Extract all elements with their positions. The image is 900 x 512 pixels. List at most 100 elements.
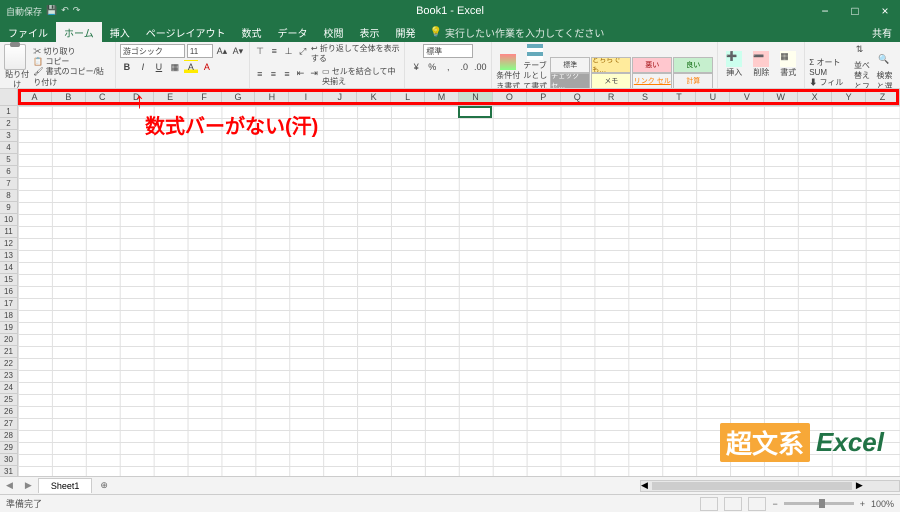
paste-button[interactable]: 貼り付け <box>4 44 30 89</box>
format-cell-button[interactable]: ▦書式 <box>776 51 800 78</box>
row-header[interactable]: 2 <box>0 118 17 130</box>
row-header[interactable]: 29 <box>0 442 17 454</box>
column-header-V[interactable]: V <box>730 89 764 105</box>
row-header[interactable]: 19 <box>0 322 17 334</box>
style-calc[interactable]: 計算 <box>673 73 713 89</box>
bold-button[interactable]: B <box>120 60 134 74</box>
row-header[interactable]: 5 <box>0 154 17 166</box>
style-memo[interactable]: メモ <box>591 73 631 89</box>
column-header-N[interactable]: N <box>459 89 493 105</box>
zoom-slider[interactable] <box>784 502 854 505</box>
row-header[interactable]: 3 <box>0 130 17 142</box>
row-header[interactable]: 20 <box>0 334 17 346</box>
fill-button[interactable]: ⬇ フィル <box>809 78 851 88</box>
column-header-Q[interactable]: Q <box>561 89 595 105</box>
row-header[interactable]: 23 <box>0 370 17 382</box>
italic-button[interactable]: I <box>136 60 150 74</box>
dec-decimal-icon[interactable]: .00 <box>473 60 487 74</box>
fill-color-button[interactable]: A <box>184 60 198 74</box>
tab-insert[interactable]: 挿入 <box>102 22 138 42</box>
font-size-select[interactable]: 11 <box>187 44 213 58</box>
column-header-L[interactable]: L <box>391 89 425 105</box>
align-left-icon[interactable]: ≡ <box>254 67 266 81</box>
spreadsheet-grid[interactable]: 1234567891011121314151617181920212223242… <box>0 106 900 476</box>
tab-developer[interactable]: 開発 <box>388 22 424 42</box>
column-header-S[interactable]: S <box>629 89 663 105</box>
inc-decimal-icon[interactable]: .0 <box>457 60 471 74</box>
format-painter-button[interactable]: 🖌 書式のコピー/貼り付け <box>33 67 111 88</box>
font-color-button[interactable]: A <box>200 60 214 74</box>
column-header-T[interactable]: T <box>663 89 697 105</box>
autosave-toggle[interactable]: 自動保存 <box>6 5 42 18</box>
indent-inc-icon[interactable]: ⇥ <box>308 67 320 81</box>
redo-icon[interactable]: ↷ <box>73 5 81 18</box>
cell-area[interactable] <box>18 106 900 476</box>
view-layout-icon[interactable] <box>724 497 742 511</box>
align-top-icon[interactable]: ⊤ <box>254 44 266 58</box>
tab-review[interactable]: 校閲 <box>316 22 352 42</box>
style-check[interactable]: チェック セ… <box>550 73 590 89</box>
column-header-P[interactable]: P <box>527 89 561 105</box>
column-header-Z[interactable]: Z <box>866 89 900 105</box>
column-header-O[interactable]: O <box>493 89 527 105</box>
select-all-corner[interactable] <box>0 89 18 105</box>
cut-button[interactable]: ✂ 切り取り <box>33 47 111 57</box>
decrease-font-icon[interactable]: A▾ <box>231 44 245 58</box>
conditional-format-button[interactable]: 条件付き書式 <box>496 54 520 89</box>
row-header[interactable]: 1 <box>0 106 17 118</box>
column-header-H[interactable]: H <box>255 89 289 105</box>
row-header[interactable]: 17 <box>0 298 17 310</box>
horizontal-scrollbar[interactable]: ◀▶ <box>640 480 900 492</box>
add-sheet-button[interactable]: ⊕ <box>92 480 116 491</box>
row-header[interactable]: 12 <box>0 238 17 250</box>
sheet-tab[interactable]: Sheet1 <box>38 478 93 493</box>
row-header[interactable]: 9 <box>0 202 17 214</box>
save-icon[interactable]: 💾 <box>46 5 57 18</box>
delete-cell-button[interactable]: ➖削除 <box>749 51 773 78</box>
row-header[interactable]: 26 <box>0 406 17 418</box>
sort-filter-button[interactable]: ⇅並べ替えとフィルター <box>854 44 874 89</box>
row-header[interactable]: 15 <box>0 274 17 286</box>
column-header-B[interactable]: B <box>52 89 86 105</box>
format-as-table-button[interactable]: テーブルとして書式設定 <box>523 44 547 89</box>
zoom-in-button[interactable]: + <box>860 499 865 509</box>
row-header[interactable]: 16 <box>0 286 17 298</box>
row-header[interactable]: 11 <box>0 226 17 238</box>
column-header-X[interactable]: X <box>798 89 832 105</box>
zoom-level[interactable]: 100% <box>871 499 894 509</box>
row-header[interactable]: 7 <box>0 178 17 190</box>
close-button[interactable]: × <box>870 0 900 22</box>
percent-icon[interactable]: % <box>425 60 439 74</box>
sheet-nav-next[interactable]: ▶ <box>19 480 38 491</box>
tab-data[interactable]: データ <box>270 22 316 42</box>
align-right-icon[interactable]: ≡ <box>281 67 293 81</box>
indent-dec-icon[interactable]: ⇤ <box>295 67 307 81</box>
maximize-button[interactable]: □ <box>840 0 870 22</box>
column-header-C[interactable]: C <box>86 89 120 105</box>
row-header[interactable]: 31 <box>0 466 17 476</box>
row-header[interactable]: 14 <box>0 262 17 274</box>
row-header[interactable]: 6 <box>0 166 17 178</box>
undo-icon[interactable]: ↶ <box>61 5 69 18</box>
row-header[interactable]: 30 <box>0 454 17 466</box>
border-button[interactable]: ▦ <box>168 60 182 74</box>
zoom-out-button[interactable]: − <box>772 499 777 509</box>
row-header[interactable]: 25 <box>0 394 17 406</box>
column-header-J[interactable]: J <box>323 89 357 105</box>
style-link[interactable]: リンク セル <box>632 73 672 89</box>
orientation-icon[interactable]: ⤢ <box>297 44 309 58</box>
copy-button[interactable]: 📋 コピー <box>33 57 111 67</box>
minimize-button[interactable]: − <box>810 0 840 22</box>
wrap-text-button[interactable]: ↩ 折り返して全体を表示する <box>311 44 400 65</box>
row-header[interactable]: 10 <box>0 214 17 226</box>
view-normal-icon[interactable] <box>700 497 718 511</box>
tab-view[interactable]: 表示 <box>352 22 388 42</box>
underline-button[interactable]: U <box>152 60 166 74</box>
sheet-nav-prev[interactable]: ◀ <box>0 480 19 491</box>
align-bottom-icon[interactable]: ⊥ <box>282 44 294 58</box>
row-header[interactable]: 18 <box>0 310 17 322</box>
style-good[interactable]: 良い <box>673 57 713 73</box>
merge-button[interactable]: ▭ セルを結合して中央揃え <box>322 67 400 88</box>
autosum-button[interactable]: Σ オート SUM <box>809 58 851 79</box>
column-header-D[interactable]: D <box>120 89 154 105</box>
